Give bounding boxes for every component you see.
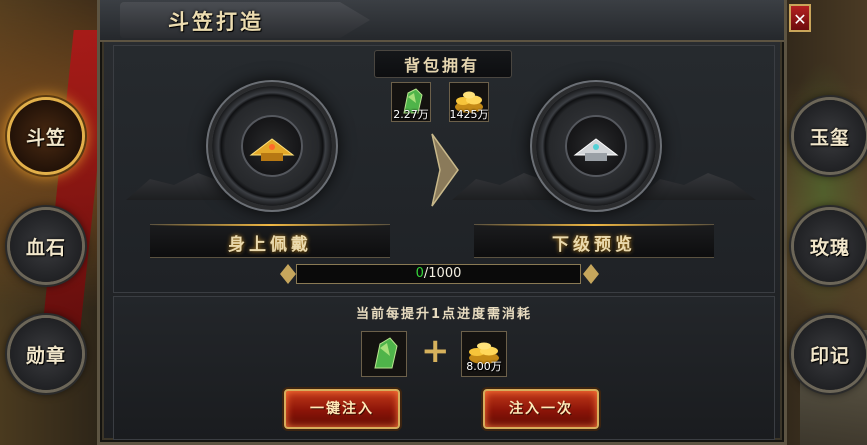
tab-bamboo-hat[interactable]: 斗笠: [10, 100, 82, 172]
tab-label: 血石: [25, 236, 66, 259]
green-jade-icon: [374, 337, 398, 369]
owned-label: 背包拥有: [403, 56, 480, 75]
tab-mark[interactable]: 印记: [794, 318, 866, 390]
cost-gold-value: 8.00万: [466, 360, 502, 373]
tab-label: 印记: [809, 344, 850, 367]
progress-max: /1000: [423, 266, 462, 281]
current-slot[interactable]: [241, 115, 303, 177]
next-caption-glow: [474, 224, 714, 226]
tab-label: 玫瑰: [809, 236, 850, 259]
owned-gold-value: 1425万: [449, 108, 489, 121]
tab-label: 斗笠: [25, 126, 66, 149]
tab-label: 玉玺: [809, 126, 850, 149]
gold-hat-icon: [249, 138, 295, 161]
owned-jade-value: 2.27万: [393, 108, 429, 121]
progress-current: 0: [415, 266, 424, 281]
current-caption: 身上佩戴: [228, 235, 312, 255]
inject-all-button[interactable]: 一键注入: [284, 389, 400, 429]
current-caption-glow: [150, 224, 390, 226]
tab-medal[interactable]: 勋章: [10, 318, 82, 390]
silver-hat-icon: [573, 138, 619, 161]
cost-jade-slot[interactable]: [361, 331, 407, 377]
tab-blood-stone[interactable]: 血石: [10, 210, 82, 282]
plus-icon: +: [421, 331, 450, 371]
progress-text: 0/1000: [296, 266, 581, 281]
close-button[interactable]: ✕: [789, 4, 811, 32]
inject-once-button[interactable]: 注入一次: [483, 389, 599, 429]
cost-label: 当前每提升1点进度需消耗: [355, 307, 533, 322]
window-title: 斗笠打造: [168, 10, 264, 34]
next-slot[interactable]: [565, 115, 627, 177]
tab-jade-seal[interactable]: 玉玺: [794, 100, 866, 172]
tab-label: 勋章: [25, 344, 66, 367]
next-caption: 下级预览: [552, 235, 636, 255]
tab-rose[interactable]: 玫瑰: [794, 210, 866, 282]
